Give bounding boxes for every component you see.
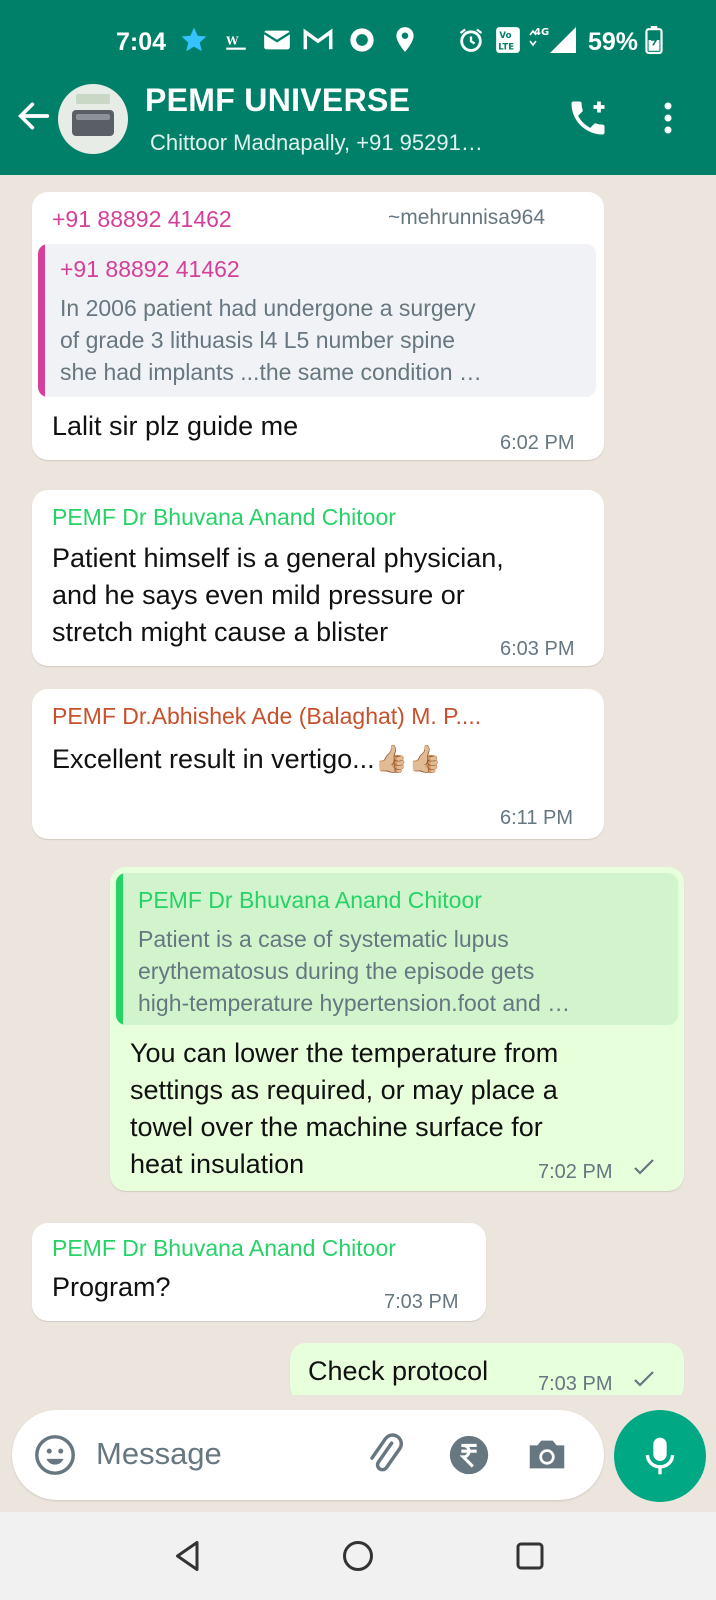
mail-icon <box>262 26 292 54</box>
quoted-message[interactable]: PEMF Dr Bhuvana Anand Chitoor Patient is… <box>116 873 678 1025</box>
emoji-icon[interactable] <box>32 1432 78 1478</box>
message-bubble-outgoing[interactable]: Check protocol 7:03 PM <box>290 1343 684 1395</box>
message-text: Program? <box>52 1272 171 1302</box>
battery-icon <box>644 26 664 54</box>
quoted-message[interactable]: +91 88892 41462 In 2006 patient had unde… <box>38 244 596 397</box>
message-time: 7:03 PM <box>384 1291 459 1313</box>
attach-icon[interactable] <box>362 1432 408 1478</box>
message-bubble-incoming[interactable]: +91 88892 41462 ~mehrunnisa964 +91 88892… <box>32 192 604 460</box>
message-sender[interactable]: PEMF Dr Bhuvana Anand Chitoor <box>52 504 396 531</box>
message-time: 7:02 PM <box>538 1161 613 1183</box>
payment-rupee-icon[interactable] <box>446 1432 492 1478</box>
message-input[interactable]: Message <box>96 1436 222 1472</box>
quote-line: Patient is a case of systematic lupus <box>138 926 509 952</box>
message-sender[interactable]: PEMF Dr Bhuvana Anand Chitoor <box>52 1235 396 1262</box>
gmail-icon <box>302 26 334 54</box>
message-time: 6:11 PM <box>500 807 573 829</box>
message-line: You can lower the temperature from <box>130 1038 559 1068</box>
message-text: Check protocol <box>308 1356 489 1386</box>
volte-icon: Vo LTE <box>494 26 522 54</box>
status-time: 7:04 <box>116 28 167 56</box>
record-icon <box>346 26 378 54</box>
nav-recents-icon[interactable] <box>512 1538 548 1574</box>
chat-subtitle[interactable]: Chittoor Madnapally, +91 95291… <box>150 130 483 156</box>
signal-4g-icon: 4G <box>528 26 578 54</box>
camera-icon[interactable] <box>524 1432 570 1478</box>
quote-line: erythematosus during the episode gets <box>138 958 535 984</box>
quote-sender: +91 88892 41462 <box>60 256 240 282</box>
system-nav-bar <box>0 1512 716 1600</box>
message-line: settings as required, or may place a <box>130 1075 558 1105</box>
voice-message-button[interactable] <box>614 1410 706 1502</box>
add-call-icon[interactable] <box>566 96 610 140</box>
svg-text:LTE: LTE <box>498 43 514 53</box>
message-time: 6:03 PM <box>500 638 575 660</box>
message-bubble-outgoing[interactable]: PEMF Dr Bhuvana Anand Chitoor Patient is… <box>110 867 684 1191</box>
quote-line: high-temperature hypertension.foot and … <box>138 990 571 1016</box>
chat-messages[interactable]: +91 88892 41462 ~mehrunnisa964 +91 88892… <box>0 175 716 1395</box>
nav-back-icon[interactable] <box>170 1538 206 1574</box>
message-bubble-incoming[interactable]: PEMF Dr Bhuvana Anand Chitoor Patient hi… <box>32 490 604 666</box>
svg-text:W: W <box>225 34 239 47</box>
sent-tick-icon <box>632 1157 656 1183</box>
message-line: and he says even mild pressure or <box>52 580 465 610</box>
message-time: 6:02 PM <box>500 432 575 454</box>
message-line: towel over the machine surface for <box>130 1112 543 1142</box>
message-sender[interactable]: PEMF Dr.Abhishek Ade (Balaghat) M. P.... <box>52 703 481 730</box>
message-line: heat insulation <box>130 1149 305 1179</box>
chat-header[interactable]: PEMF UNIVERSE Chittoor Madnapally, +91 9… <box>0 78 716 175</box>
sender-phone[interactable]: +91 88892 41462 <box>52 206 232 233</box>
sent-tick-icon <box>632 1369 656 1395</box>
app-top-bar: 7:04 W Vo LTE 4G 59% PEMF UNIVERSE Chitt… <box>0 0 716 175</box>
quote-sender: PEMF Dr Bhuvana Anand Chitoor <box>138 887 482 913</box>
location-icon <box>392 26 418 54</box>
back-arrow-icon[interactable] <box>14 96 54 136</box>
svg-text:Vo: Vo <box>499 31 511 41</box>
alarm-icon <box>456 26 486 54</box>
message-composer[interactable]: Message <box>12 1410 604 1500</box>
star-icon <box>178 26 210 54</box>
quote-bar <box>38 244 45 397</box>
group-avatar[interactable] <box>58 84 128 154</box>
quote-bar <box>116 873 123 1025</box>
status-bar: 7:04 W Vo LTE 4G 59% <box>0 0 716 78</box>
quote-line: of grade 3 lithuasis l4 L5 number spine <box>60 327 456 353</box>
message-text: Lalit sir plz guide me <box>52 411 299 441</box>
svg-text:4G: 4G <box>534 27 549 38</box>
battery-percent: 59% <box>588 28 639 56</box>
wp-app-icon: W <box>222 26 250 54</box>
more-options-icon[interactable] <box>656 96 680 140</box>
message-line: Patient himself is a general physician, <box>52 543 504 573</box>
quote-line: In 2006 patient had undergone a surgery <box>60 295 476 321</box>
nav-home-icon[interactable] <box>340 1538 376 1574</box>
message-bubble-incoming[interactable]: PEMF Dr Bhuvana Anand Chitoor Program? 7… <box>32 1223 486 1321</box>
message-bubble-incoming[interactable]: PEMF Dr.Abhishek Ade (Balaghat) M. P....… <box>32 689 604 839</box>
message-line: stretch might cause a blister <box>52 617 389 647</box>
message-text: Excellent result in vertigo...👍🏼👍🏼 <box>52 744 442 774</box>
quote-line: she had implants ...the same condition … <box>60 359 482 385</box>
message-time: 7:03 PM <box>538 1373 613 1395</box>
chat-title[interactable]: PEMF UNIVERSE <box>145 82 410 119</box>
sender-alias: ~mehrunnisa964 <box>388 206 546 229</box>
mic-icon <box>640 1434 680 1478</box>
